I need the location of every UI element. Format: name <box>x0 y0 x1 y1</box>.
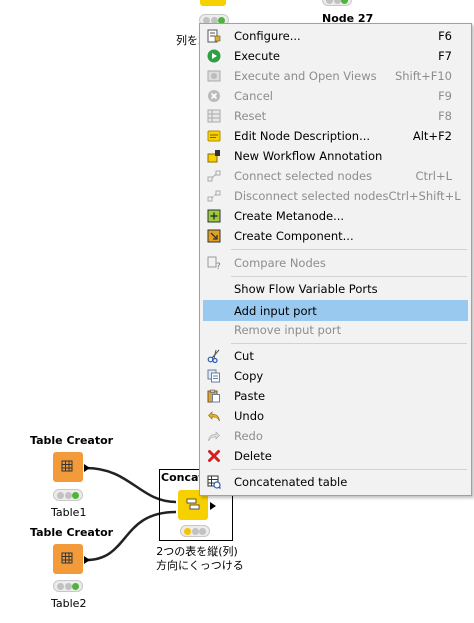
menu-item-execute[interactable]: Execute F7 <box>203 46 468 66</box>
menu-item-concatenated-table[interactable]: Concatenated table <box>203 472 468 492</box>
compare-nodes-icon: ? <box>206 255 222 271</box>
component-icon <box>206 228 222 244</box>
execute-icon <box>206 48 222 64</box>
menu-icon-slot <box>206 303 222 319</box>
status-light <box>64 491 72 499</box>
table-creator-icon <box>61 552 73 564</box>
status-light <box>325 0 333 4</box>
menu-item-new-workflow-annotation[interactable]: New Workflow Annotation <box>203 146 468 166</box>
annotation-icon <box>206 148 222 164</box>
disconnect-nodes-icon <box>206 188 222 204</box>
table1-node-title: Table Creator <box>30 434 114 447</box>
menu-item-disconnect-selected-nodes[interactable]: Disconnect selected nodes Ctrl+Shift+L <box>203 186 468 206</box>
cancel-icon <box>206 88 222 104</box>
menu-separator <box>231 343 467 344</box>
concat-node-label-line2: 方向にくっつける <box>156 559 244 572</box>
status-light <box>341 0 349 4</box>
concatenate-icon <box>186 498 200 510</box>
menu-item-create-metanode[interactable]: Create Metanode... <box>203 206 468 226</box>
output-table-icon <box>206 474 222 490</box>
menu-item-create-component[interactable]: Create Component... <box>203 226 468 246</box>
menu-separator <box>231 249 467 250</box>
menu-icon-slot <box>206 281 222 297</box>
table1-node-label: Table1 <box>51 506 87 519</box>
status-light <box>183 527 191 535</box>
status-light <box>191 527 199 535</box>
connect-nodes-icon <box>206 168 222 184</box>
table2-node-label: Table2 <box>51 597 87 610</box>
status-light <box>56 582 64 590</box>
menu-item-execute-open-views[interactable]: Execute and Open Views Shift+F10 <box>203 66 468 86</box>
context-menu: Configure... F6 Execute F7 Execute and O… <box>199 23 472 496</box>
menu-item-paste[interactable]: Paste <box>203 386 468 406</box>
table2-status <box>53 580 83 592</box>
menu-item-cut[interactable]: Cut <box>203 346 468 366</box>
undo-icon <box>206 408 222 424</box>
table1-node[interactable] <box>53 452 83 482</box>
metanode-icon <box>206 208 222 224</box>
menu-item-reset[interactable]: Reset F8 <box>203 106 468 126</box>
table2-output-port[interactable] <box>84 556 90 564</box>
table1-status <box>53 489 83 501</box>
copy-icon <box>206 368 222 384</box>
menu-item-undo[interactable]: Undo <box>203 406 468 426</box>
table1-output-port[interactable] <box>84 464 90 472</box>
reset-icon <box>206 108 222 124</box>
status-light <box>64 582 72 590</box>
menu-separator <box>231 469 467 470</box>
menu-item-remove-input-port[interactable]: Remove input port <box>203 320 468 340</box>
menu-item-delete[interactable]: Delete <box>203 446 468 466</box>
status-light <box>199 527 207 535</box>
configure-icon <box>206 28 222 44</box>
status-light <box>72 491 80 499</box>
menu-item-connect-selected-nodes[interactable]: Connect selected nodes Ctrl+L <box>203 166 468 186</box>
status-light <box>72 582 80 590</box>
menu-icon-slot <box>206 322 222 338</box>
menu-item-copy[interactable]: Copy <box>203 366 468 386</box>
menu-separator <box>231 276 467 277</box>
menu-item-cancel[interactable]: Cancel F9 <box>203 86 468 106</box>
status-light <box>333 0 341 4</box>
svg-text:?: ? <box>216 262 221 270</box>
menu-item-compare-nodes[interactable]: ? Compare Nodes <box>203 253 468 273</box>
table-creator-icon <box>61 460 73 472</box>
status-light <box>56 491 64 499</box>
menu-item-edit-node-description[interactable]: Edit Node Description... Alt+F2 <box>203 126 468 146</box>
delete-icon <box>206 448 222 464</box>
paste-icon <box>206 388 222 404</box>
table2-node[interactable] <box>53 544 83 574</box>
node27-status <box>322 0 352 6</box>
table2-node-title: Table Creator <box>30 526 114 539</box>
concat-status <box>180 525 210 537</box>
menu-item-configure[interactable]: Configure... F6 <box>203 26 468 46</box>
execute-open-views-icon <box>206 68 222 84</box>
edit-description-icon <box>206 128 222 144</box>
menu-item-redo[interactable]: Redo <box>203 426 468 446</box>
redo-icon <box>206 428 222 444</box>
cut-icon <box>206 348 222 364</box>
concat-output-port[interactable] <box>210 502 216 510</box>
menu-item-add-input-port[interactable]: Add input port <box>203 300 468 321</box>
menu-item-show-flow-variable-ports[interactable]: Show Flow Variable Ports <box>203 279 468 299</box>
top-node-box[interactable] <box>200 0 226 6</box>
